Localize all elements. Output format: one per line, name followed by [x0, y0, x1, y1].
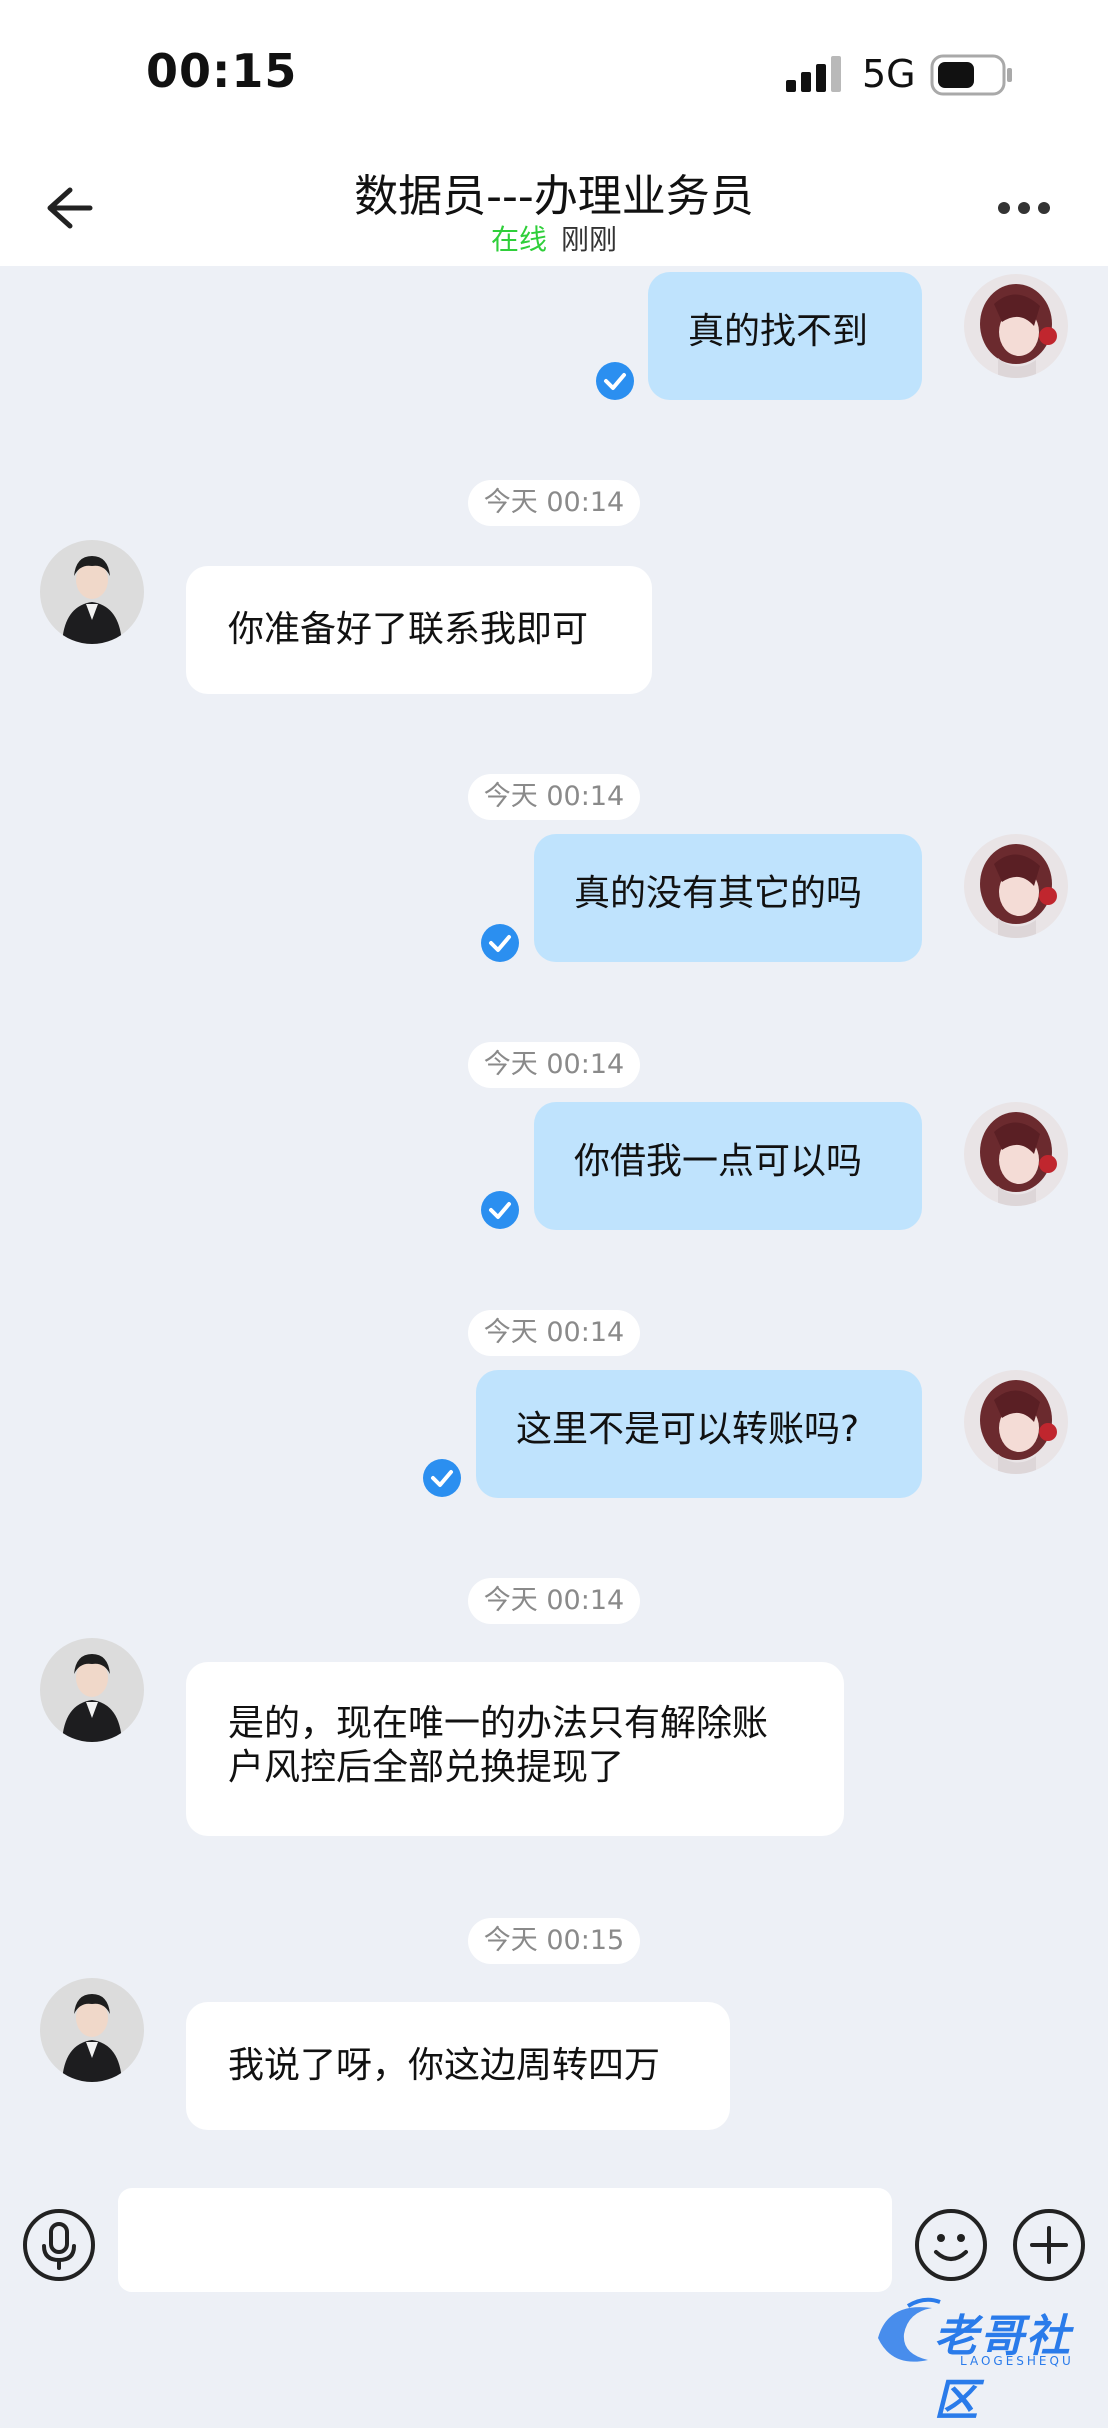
business-woman-avatar-icon [40, 1978, 144, 2082]
my-avatar[interactable] [964, 834, 1068, 938]
message-input[interactable] [118, 2188, 892, 2292]
message-text: 这里不是可以转账吗? [516, 1409, 860, 1450]
message-list[interactable]: 真的找不到 今天 00:14 你准备好了联系我即可 今天 00:14 真的没有其… [0, 266, 1108, 2170]
online-label: 在线 [490, 223, 547, 256]
message-text: 真的没有其它的吗 [574, 873, 863, 914]
read-check-icon [481, 1191, 519, 1229]
microphone-icon[interactable] [22, 2208, 96, 2282]
message-text: 你准备好了联系我即可 [228, 609, 589, 650]
status-time: 00:15 [146, 44, 298, 98]
read-check-icon [596, 362, 634, 400]
message-bubble-incoming[interactable]: 我说了呀，你这边周转四万 [186, 2002, 730, 2130]
more-options-icon[interactable] [996, 194, 1052, 222]
timestamp: 今天 00:14 [468, 1042, 640, 1088]
last-seen-label: 刚刚 [561, 223, 618, 256]
business-woman-avatar-icon [40, 1638, 144, 1742]
network-label: 5G [862, 52, 916, 96]
watermark-subtext: LAOGESHEQU [960, 2354, 1074, 2368]
message-bubble-incoming[interactable]: 你准备好了联系我即可 [186, 566, 652, 694]
message-text: 我说了呀，你这边周转四万 [228, 2045, 661, 2086]
timestamp: 今天 00:14 [468, 1578, 640, 1624]
my-avatar[interactable] [964, 274, 1068, 378]
status-bar: 00:15 5G [0, 0, 1108, 150]
chat-title: 数据员---办理业务员 [354, 171, 754, 222]
timestamp: 今天 00:15 [468, 1918, 640, 1964]
anime-girl-avatar-icon [964, 1102, 1068, 1206]
message-text-line: 是的，现在唯一的办法只有解除账 [228, 1703, 769, 1744]
message-text: 你借我一点可以吗 [574, 1141, 863, 1182]
message-bubble-outgoing[interactable]: 你借我一点可以吗 [534, 1102, 922, 1230]
chat-header: 数据员---办理业务员 在线 刚刚 [0, 150, 1108, 266]
business-woman-avatar-icon [40, 540, 144, 644]
message-text-line: 户风控后全部兑换提现了 [228, 1747, 625, 1788]
input-bar: 老哥社区 LAOGESHEQU [0, 2170, 1108, 2426]
message-bubble-outgoing[interactable]: 真的找不到 [648, 272, 922, 400]
message-bubble-outgoing[interactable]: 真的没有其它的吗 [534, 834, 922, 962]
message-text: 真的找不到 [688, 311, 869, 352]
message-bubble-outgoing[interactable]: 这里不是可以转账吗? [476, 1370, 922, 1498]
contact-avatar[interactable] [40, 540, 144, 644]
contact-avatar[interactable] [40, 1638, 144, 1742]
my-avatar[interactable] [964, 1102, 1068, 1206]
my-avatar[interactable] [964, 1370, 1068, 1474]
signal-icon [786, 56, 841, 92]
anime-girl-avatar-icon [964, 274, 1068, 378]
add-attachment-icon[interactable] [1012, 2208, 1086, 2282]
contact-avatar[interactable] [40, 1978, 144, 2082]
read-check-icon [481, 924, 519, 962]
timestamp: 今天 00:14 [468, 1310, 640, 1356]
timestamp: 今天 00:14 [468, 480, 640, 526]
read-check-icon [423, 1459, 461, 1497]
message-bubble-incoming[interactable]: 是的，现在唯一的办法只有解除账 户风控后全部兑换提现了 [186, 1662, 844, 1836]
timestamp: 今天 00:14 [468, 774, 640, 820]
battery-icon [930, 54, 1012, 96]
emoji-icon[interactable] [914, 2208, 988, 2282]
presence-status: 在线 刚刚 [0, 218, 1108, 258]
anime-girl-avatar-icon [964, 834, 1068, 938]
anime-girl-avatar-icon [964, 1370, 1068, 1474]
